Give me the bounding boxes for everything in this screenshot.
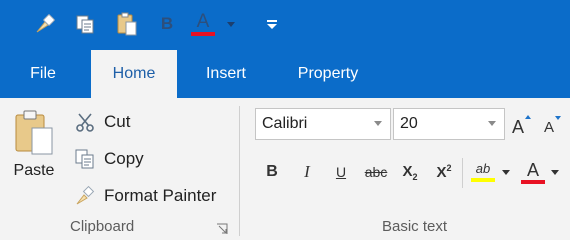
format-painter-button[interactable]: Format Painter (73, 184, 216, 208)
basic-text-group-label: Basic text (382, 218, 448, 235)
scissors-icon (73, 110, 97, 134)
tab-property[interactable]: Property (290, 50, 366, 98)
clipboard-group-label: Clipboard (70, 218, 135, 235)
superscript-x: X (436, 164, 447, 181)
subscript-button[interactable]: X2 (397, 158, 423, 186)
strikethrough-button[interactable]: abc (360, 158, 392, 186)
format-painter-label: Format Painter (104, 186, 217, 205)
font-color-button[interactable]: A (187, 10, 219, 38)
font-color-button[interactable]: A (518, 158, 548, 186)
cut-button[interactable]: Cut (73, 110, 130, 134)
font-size-value: 20 (400, 115, 418, 132)
copy-icon[interactable] (70, 10, 100, 38)
copy-icon (73, 147, 97, 171)
strikethrough-icon: abc (364, 164, 388, 180)
paste-label: Paste (13, 162, 55, 179)
customize-toolbar-icon (267, 19, 277, 22)
tab-label: Property (297, 65, 359, 82)
underline-button[interactable]: U (329, 158, 353, 186)
tab-home[interactable]: Home (91, 50, 177, 98)
grow-font-icon: A (512, 117, 525, 137)
font-color-bar (191, 31, 215, 36)
format-painter-icon[interactable] (30, 10, 60, 38)
highlight-bar (471, 178, 495, 182)
bold-icon: B (160, 14, 174, 33)
copy-button[interactable]: Copy (73, 147, 144, 171)
clipboard-dialog-launcher[interactable] (216, 222, 228, 234)
bold-button[interactable]: B (155, 10, 179, 38)
font-name-value: Calibri (262, 115, 308, 132)
font-color-icon: A (526, 159, 539, 180)
font-size-combo[interactable]: 20 (393, 108, 505, 140)
customize-toolbar-button[interactable] (262, 10, 282, 38)
paste-icon[interactable] (112, 10, 142, 38)
underline-icon: U (335, 164, 347, 180)
shrink-font-icon: A (544, 119, 555, 136)
font-name-combo[interactable]: Calibri (255, 108, 391, 140)
tab-label: File (30, 65, 56, 82)
bold-icon: B (266, 163, 278, 180)
font-color-bar (521, 179, 545, 184)
tab-file[interactable]: File (20, 50, 66, 98)
group-separator (239, 106, 240, 236)
tab-insert[interactable]: Insert (196, 50, 256, 98)
subscript-icon: X2 (402, 162, 418, 182)
superscript-button[interactable]: X2 (431, 158, 457, 186)
shrink-font-button[interactable]: A (540, 112, 566, 140)
italic-button[interactable]: I (295, 158, 319, 186)
highlight-button[interactable]: ab (468, 158, 498, 186)
font-color-dropdown[interactable] (549, 158, 561, 186)
tab-label: Insert (205, 65, 246, 82)
superscript-icon: X2 (436, 163, 452, 181)
tab-label: Home (112, 65, 156, 82)
format-separator (462, 158, 463, 188)
chevron-down-icon (374, 121, 382, 126)
chevron-down-icon (227, 21, 235, 27)
cut-label: Cut (104, 112, 131, 131)
grow-font-button[interactable]: A (509, 112, 535, 140)
chevron-down-icon (551, 169, 559, 175)
copy-label: Copy (104, 149, 144, 168)
chevron-down-icon (502, 169, 510, 175)
highlight-dropdown[interactable] (500, 158, 512, 186)
quick-access-toolbar: B A (0, 0, 570, 50)
chevron-down-icon (488, 121, 496, 126)
format-painter-icon (73, 184, 97, 208)
chevron-down-icon (267, 23, 277, 29)
bold-button[interactable]: B (260, 158, 284, 186)
paste-icon (15, 110, 53, 155)
highlighter-icon: ab (475, 161, 491, 176)
paste-button[interactable]: Paste (8, 108, 60, 188)
up-arrow-icon (525, 115, 531, 119)
font-color-dropdown[interactable] (224, 10, 238, 38)
dialog-launcher-icon (217, 223, 228, 234)
ribbon-tabs: File Home Insert Property (0, 50, 570, 98)
italic-icon: I (304, 162, 310, 181)
subscript-x: X (402, 162, 413, 180)
font-color-icon: A (196, 10, 210, 32)
down-arrow-icon (555, 116, 561, 120)
